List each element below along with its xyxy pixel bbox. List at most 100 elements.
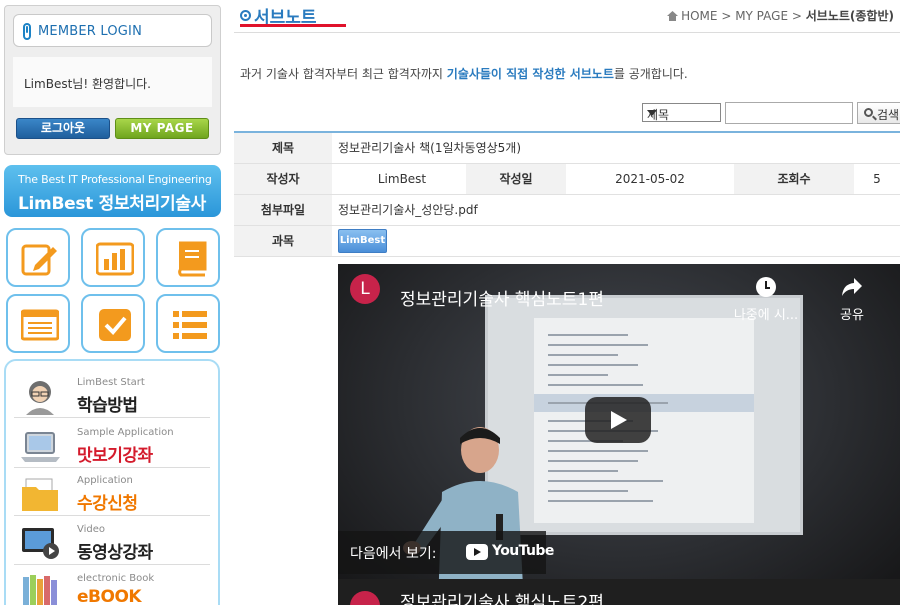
side-menu: LimBest Start 학습방법 Sample Application 맛보… xyxy=(4,359,220,605)
table-row: 제목 정보관리기술사 책(1일차동영상5개) xyxy=(234,133,900,164)
side-menu-study-method[interactable]: LimBest Start 학습방법 xyxy=(14,371,210,418)
home-icon xyxy=(667,11,679,21)
search-icon xyxy=(864,108,873,117)
subject-label: 과목 xyxy=(234,226,332,256)
member-login-title: MEMBER LOGIN xyxy=(38,24,142,39)
breadcrumb-home[interactable]: HOME xyxy=(681,9,717,23)
presenter-figure xyxy=(403,427,524,605)
side-menu-main-label: 맛보기강좌 xyxy=(77,446,153,466)
banner-tagline: The Best IT Professional Engineering xyxy=(18,173,212,186)
intro-text-after: 를 공개합니다. xyxy=(613,67,688,81)
list-card-icon xyxy=(21,309,59,341)
divider xyxy=(234,32,900,33)
logout-button[interactable]: 로그아웃 xyxy=(16,118,110,139)
monitor-icon xyxy=(22,528,59,559)
welcome-message-box: LimBest님! 환영합니다. xyxy=(13,57,212,107)
share-icon xyxy=(842,278,862,296)
author-label: 작성자 xyxy=(234,164,332,194)
side-menu-sub-label: Video xyxy=(77,524,106,535)
side-menu-main-label: 학습방법 xyxy=(77,396,138,416)
side-menu-sample-lecture[interactable]: Sample Application 맛보기강좌 xyxy=(14,421,210,468)
next-video-title: 정보관리기술사 핵심노트2편 xyxy=(400,593,604,605)
watch-later-button[interactable]: 나중에 시... xyxy=(726,277,806,323)
views-label: 조회수 xyxy=(734,164,854,194)
login-pill-icon xyxy=(23,23,31,40)
limbest-banner[interactable]: The Best IT Professional Engineering Lim… xyxy=(4,165,221,217)
next-channel-avatar xyxy=(350,591,380,605)
intro-text: 과거 기술사 합격자부터 최근 합격자까지 기술사들이 직접 작성한 서브노트를… xyxy=(240,65,688,82)
video-title[interactable]: 정보관리기술사 핵심노트1편 xyxy=(400,285,604,310)
date-value: 2021-05-02 xyxy=(615,172,685,186)
books-icon xyxy=(23,575,57,605)
search-input[interactable] xyxy=(725,102,853,124)
side-menu-sub-label: LimBest Start xyxy=(77,377,145,388)
side-menu-sub-label: electronic Book xyxy=(77,573,155,584)
youtube-video-player[interactable]: L 정보관리기술사 핵심노트1편 나중에 시... 공유 다음에서 보기: Yo… xyxy=(338,264,900,605)
pencil-icon xyxy=(21,244,57,276)
breadcrumb-current: 서브노트(종합반) xyxy=(805,9,894,23)
title-underline xyxy=(240,24,346,27)
views-value: 5 xyxy=(873,172,881,186)
quick-link-board[interactable] xyxy=(6,294,70,353)
main-content: 서브노트 HOME > MY PAGE > 서브노트(종합반) 과거 기술사 합… xyxy=(234,0,900,605)
quick-link-book[interactable] xyxy=(156,228,220,287)
author-value: LimBest xyxy=(377,172,427,186)
date-label: 작성일 xyxy=(466,164,566,194)
member-login-box: MEMBER LOGIN LimBest님! 환영합니다. 로그아웃 MY PA… xyxy=(4,5,221,155)
breadcrumb-my-page[interactable]: MY PAGE xyxy=(735,9,788,23)
side-menu-video-lecture[interactable]: Video 동영상강좌 xyxy=(14,518,210,565)
intro-text-highlight: 기술사들이 직접 작성한 서브노트 xyxy=(446,67,614,81)
search-button-label: 검색 xyxy=(877,108,900,122)
bullet-icon xyxy=(240,10,251,21)
attachment-link[interactable]: 정보관리기술사_성안당.pdf xyxy=(338,195,478,225)
member-login-header: MEMBER LOGIN xyxy=(13,14,212,47)
table-row: 첨부파일 정보관리기술사_성안당.pdf xyxy=(234,195,900,226)
book-icon xyxy=(178,241,207,277)
search-field-select[interactable]: 제목 xyxy=(642,103,721,122)
bar-chart-icon xyxy=(96,242,134,276)
title-value: 정보관리기술사 책(1일차동영상5개) xyxy=(338,141,522,155)
quick-link-write[interactable] xyxy=(6,228,70,287)
quick-link-check[interactable] xyxy=(81,294,145,353)
intro-text-before: 과거 기술사 합격자부터 최근 합격자까지 xyxy=(240,67,447,81)
side-menu-sub-label: Application xyxy=(77,475,133,486)
my-page-button[interactable]: MY PAGE xyxy=(115,118,209,139)
youtube-logo-icon xyxy=(466,544,488,560)
quick-link-stats[interactable] xyxy=(81,228,145,287)
side-menu-main-label: 수강신청 xyxy=(77,494,138,514)
quick-link-list[interactable] xyxy=(156,294,220,353)
attachment-label: 첨부파일 xyxy=(234,195,332,225)
play-button[interactable] xyxy=(585,397,651,443)
watch-later-label: 나중에 시... xyxy=(733,308,799,323)
watch-on-youtube[interactable]: 다음에서 보기: YouTube xyxy=(338,531,554,574)
next-video-preview[interactable]: 정보관리기술사 핵심노트2편 xyxy=(338,579,900,605)
channel-avatar[interactable]: L xyxy=(350,274,380,304)
side-menu-ebook[interactable]: electronic Book eBOOK xyxy=(14,567,210,605)
side-menu-main-label: eBOOK xyxy=(77,587,142,605)
breadcrumb-separator: > xyxy=(791,9,806,23)
laptop-icon xyxy=(21,432,60,462)
breadcrumb: HOME > MY PAGE > 서브노트(종합반) xyxy=(667,7,894,24)
watch-on-label: 다음에서 보기: xyxy=(350,546,437,562)
share-label: 공유 xyxy=(840,308,864,323)
welcome-message: LimBest님! 환영합니다. xyxy=(24,77,151,91)
title-label: 제목 xyxy=(234,133,332,163)
chevron-down-icon xyxy=(647,110,657,116)
table-row: 과목 LimBest xyxy=(234,226,900,257)
side-menu-main-label: 동영상강좌 xyxy=(77,543,153,563)
side-menu-sub-label: Sample Application xyxy=(77,427,174,438)
checkbox-icon xyxy=(99,309,131,341)
list-icon xyxy=(173,311,207,339)
side-menu-application[interactable]: Application 수강신청 xyxy=(14,469,210,516)
share-button[interactable]: 공유 xyxy=(832,277,872,323)
subject-badge: LimBest xyxy=(338,229,387,253)
table-row: 작성자 LimBest 작성일 2021-05-02 조회수 5 xyxy=(234,164,900,195)
search-button[interactable]: 검색 xyxy=(857,102,900,124)
clock-icon xyxy=(756,277,776,297)
student-icon xyxy=(26,381,54,415)
folder-icon xyxy=(22,478,58,511)
breadcrumb-separator: > xyxy=(721,9,736,23)
youtube-wordmark: YouTube xyxy=(492,543,554,559)
banner-title: LimBest 정보처리기술사 xyxy=(18,194,207,214)
left-sidebar: MEMBER LOGIN LimBest님! 환영합니다. 로그아웃 MY PA… xyxy=(4,5,221,605)
